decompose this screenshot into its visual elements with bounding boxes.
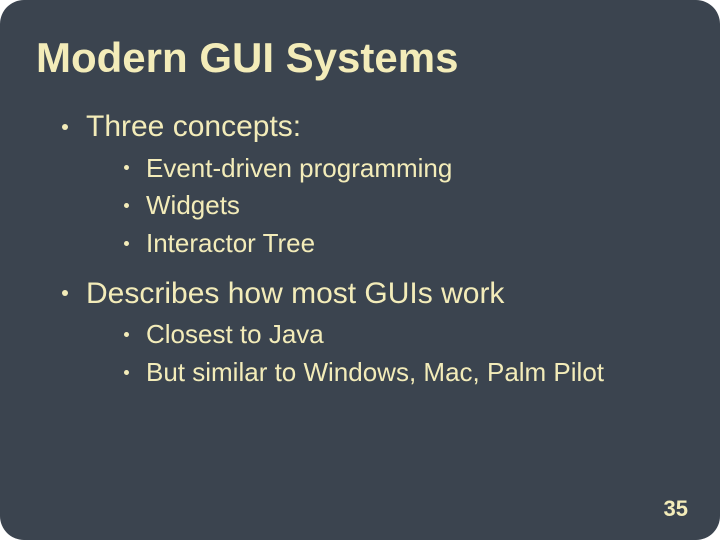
list-item: But similar to Windows, Mac, Palm Pilot (124, 356, 678, 390)
page-number: 35 (664, 496, 688, 522)
list-item: Widgets (124, 189, 678, 223)
list-item-text: Three concepts: (86, 110, 301, 143)
list-item: Interactor Tree (124, 227, 678, 261)
list-item-text: Describes how most GUIs work (86, 277, 504, 310)
slide-title: Modern GUI Systems (36, 34, 678, 82)
list-item: Describes how most GUIs work Closest to … (56, 275, 678, 390)
list-item: Closest to Java (124, 318, 678, 352)
list-item: Event-driven programming (124, 152, 678, 186)
list-item: Three concepts: Event-driven programming… (56, 108, 678, 261)
slide: Modern GUI Systems Three concepts: Event… (0, 0, 720, 540)
sub-bullet-list: Closest to Java But similar to Windows, … (86, 318, 678, 390)
bullet-list: Three concepts: Event-driven programming… (42, 108, 678, 390)
sub-bullet-list: Event-driven programming Widgets Interac… (86, 152, 678, 261)
